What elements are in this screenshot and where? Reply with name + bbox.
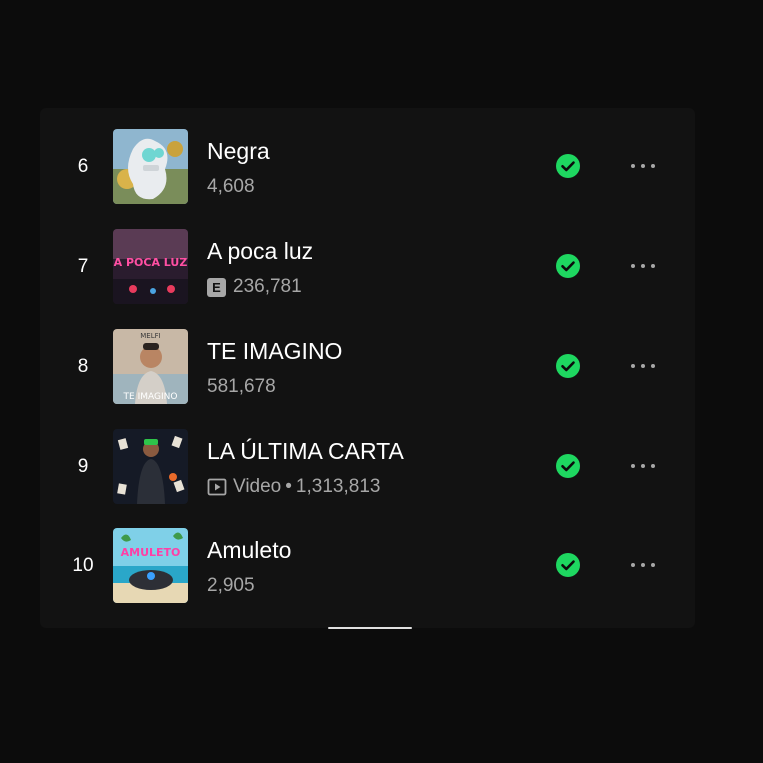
more-options-dot: [651, 364, 655, 368]
check-circle-icon[interactable]: [556, 553, 580, 577]
cover-artist: MELFI: [140, 332, 160, 340]
play-count: 581,678: [207, 376, 276, 397]
play-count: 4,608: [207, 176, 255, 197]
track-row[interactable]: 9 LA ÚLTIMA CARTA Video • 1,313,813: [0, 429, 763, 505]
more-options-dot: [641, 464, 645, 468]
track-meta: 581,678: [207, 375, 276, 399]
track-title[interactable]: Negra: [207, 137, 270, 165]
check-circle-icon[interactable]: [556, 154, 580, 178]
album-cover-negra: [113, 129, 188, 204]
check-circle-icon[interactable]: [556, 254, 580, 278]
play-count: 236,781: [233, 276, 302, 297]
track-rank: 6: [77, 156, 89, 177]
track-rank: 8: [77, 356, 89, 377]
more-options-button[interactable]: [622, 354, 664, 378]
album-cover-amuleto: AMULETO: [113, 528, 188, 603]
more-options-icon: [631, 264, 635, 268]
explicit-badge: E: [207, 277, 226, 297]
cover-text: A POCA LUZ: [114, 256, 188, 269]
check-circle-icon[interactable]: [556, 354, 580, 378]
more-options-icon: [631, 164, 635, 168]
track-row[interactable]: 10 AMULETO Amuleto 2,905: [0, 528, 763, 604]
more-options-dot: [651, 464, 655, 468]
more-options-dot: [641, 264, 645, 268]
track-title[interactable]: Amuleto: [207, 536, 291, 564]
video-label: Video: [233, 476, 282, 497]
more-options-button[interactable]: [622, 154, 664, 178]
cover-text: AMULETO: [121, 546, 181, 559]
more-options-icon: [631, 464, 635, 468]
more-options-dot: [651, 164, 655, 168]
track-row[interactable]: 6 Negra 4,608: [0, 129, 763, 205]
scroll-indicator[interactable]: [328, 627, 412, 629]
more-options-icon: [631, 364, 635, 368]
track-rank: 9: [77, 456, 89, 477]
meta-separator: •: [285, 476, 292, 497]
track-rank: 7: [77, 256, 89, 277]
track-meta: E 236,781: [207, 275, 302, 299]
more-options-dot: [651, 563, 655, 567]
album-cover-la-ultima-carta: [113, 429, 188, 504]
app-frame: 6 Negra 4,608 7 A POCA LUZ A poca luz E …: [0, 0, 763, 763]
track-rank: 10: [72, 555, 94, 576]
more-options-dot: [641, 164, 645, 168]
track-title[interactable]: TE IMAGINO: [207, 337, 342, 365]
cover-text: TE IMAGINO: [123, 392, 178, 402]
play-count: 1,313,813: [295, 476, 381, 497]
more-options-dot: [641, 563, 645, 567]
more-options-icon: [631, 563, 635, 567]
album-cover-te-imagino: MELFI TE IMAGINO: [113, 329, 188, 404]
track-meta: 2,905: [207, 574, 255, 598]
track-meta: Video • 1,313,813: [207, 475, 380, 499]
track-row[interactable]: 8 MELFI TE IMAGINO TE IMAGINO 581,678: [0, 329, 763, 405]
check-circle-icon[interactable]: [556, 454, 580, 478]
album-cover-a-poca-luz: A POCA LUZ: [113, 229, 188, 304]
play-count: 2,905: [207, 575, 255, 596]
video-play-icon: [207, 477, 227, 497]
track-title[interactable]: A poca luz: [207, 237, 313, 265]
more-options-dot: [641, 364, 645, 368]
more-options-dot: [651, 264, 655, 268]
track-row[interactable]: 7 A POCA LUZ A poca luz E 236,781: [0, 229, 763, 305]
more-options-button[interactable]: [622, 553, 664, 577]
more-options-button[interactable]: [622, 254, 664, 278]
track-title[interactable]: LA ÚLTIMA CARTA: [207, 437, 404, 465]
track-meta: 4,608: [207, 175, 255, 199]
more-options-button[interactable]: [622, 454, 664, 478]
